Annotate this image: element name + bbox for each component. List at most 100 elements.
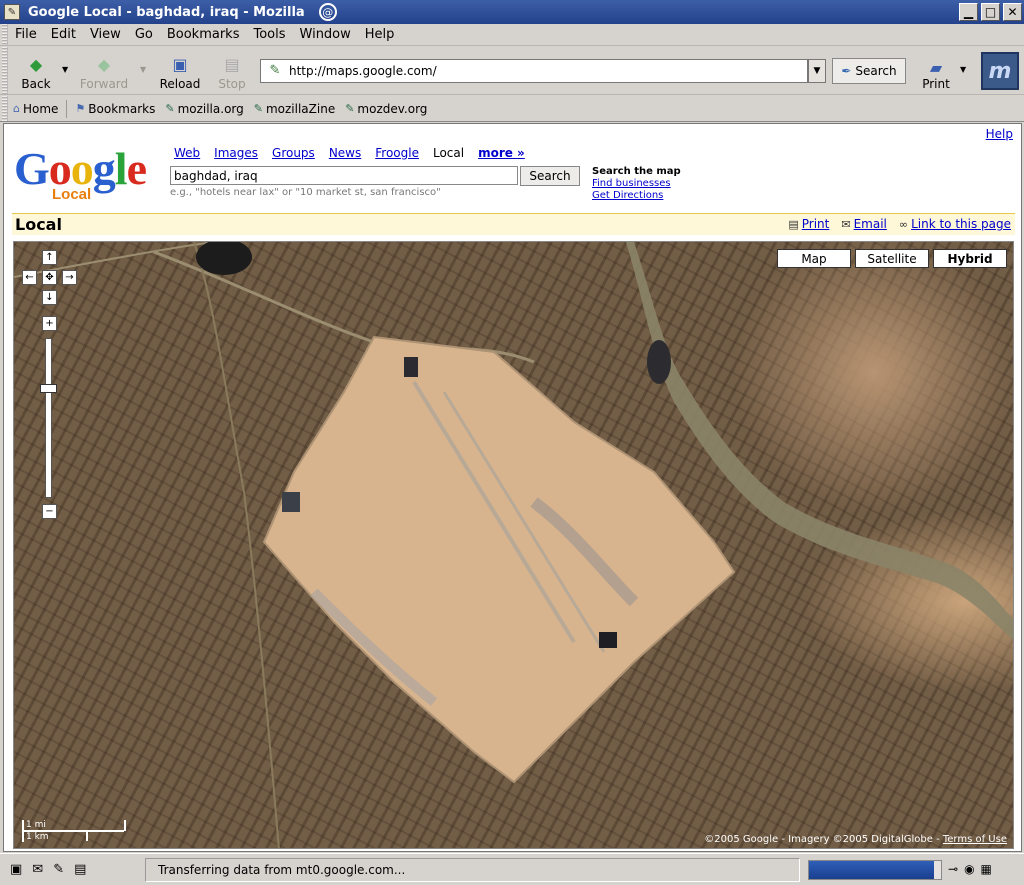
maximize-button[interactable]: □ [981, 3, 1000, 21]
tab-groups[interactable]: Groups [272, 146, 315, 160]
zoom-in-button[interactable]: + [42, 316, 57, 331]
print-link[interactable]: Print [802, 217, 830, 231]
zoom-out-button[interactable]: − [42, 504, 57, 519]
menu-bookmarks[interactable]: Bookmarks [160, 27, 247, 42]
section-title: Local [15, 215, 62, 234]
google-local-logo[interactable]: Google Local [14, 146, 159, 206]
url-input[interactable] [287, 63, 787, 79]
menu-go[interactable]: Go [128, 27, 160, 42]
bookmark-mozillazine[interactable]: ✎ mozillaZine [249, 102, 340, 116]
print-button[interactable]: ▰ Print [914, 51, 958, 91]
help-link[interactable]: Help [986, 127, 1013, 141]
menu-file[interactable]: File [8, 27, 44, 42]
menu-bar: File Edit View Go Bookmarks Tools Window… [0, 24, 1024, 46]
status-text: Transferring data from mt0.google.com... [145, 858, 800, 882]
navigator-icon[interactable]: ▣ [10, 862, 22, 877]
pan-down-button[interactable]: ↓ [42, 290, 57, 305]
search-input[interactable] [170, 166, 518, 185]
plus-icon: + [45, 317, 54, 329]
minimize-button[interactable]: ▁ [959, 3, 978, 21]
tab-froogle[interactable]: Froogle [375, 146, 419, 160]
reload-button[interactable]: ▣ Reload [158, 51, 202, 92]
search-icon: ✒ [841, 64, 852, 78]
satellite-imagery [14, 242, 1013, 848]
arrow-left-icon: ← [25, 271, 34, 283]
get-directions-link[interactable]: Get Directions [592, 190, 681, 202]
print-action[interactable]: ▤ Print [788, 217, 829, 231]
menu-edit[interactable]: Edit [44, 27, 83, 42]
email-link[interactable]: Email [854, 217, 887, 231]
link-action[interactable]: ∞ Link to this page [899, 217, 1011, 231]
pan-center-button[interactable]: ✥ [42, 270, 57, 285]
back-button[interactable]: ◆ Back [14, 51, 58, 92]
url-bar[interactable]: ✎ [260, 59, 808, 83]
tab-more[interactable]: more » [478, 146, 525, 160]
tab-local: Local [432, 146, 465, 160]
mail-icon[interactable]: ✉ [32, 862, 43, 877]
window-title: Google Local - baghdad, iraq - Mozilla [28, 4, 305, 20]
arrow-down-icon: ↓ [45, 291, 54, 303]
find-businesses-link[interactable]: Find businesses [592, 178, 681, 190]
airbase-area [262, 335, 736, 784]
home-icon: ⌂ [13, 102, 20, 115]
center-icon: ✥ [45, 271, 54, 283]
toolbar-grip[interactable] [2, 24, 8, 45]
close-button[interactable]: ✕ [1003, 3, 1022, 21]
scale-kilometers: 1 km [26, 832, 49, 842]
scale-tick [86, 830, 88, 841]
tab-images[interactable]: Images [214, 146, 258, 160]
search-submit-button[interactable]: Search [520, 166, 580, 186]
url-history-dropdown[interactable]: ▼ [808, 59, 826, 83]
mozilla-throbber-icon[interactable]: m [981, 52, 1019, 90]
forward-button[interactable]: ◆ Forward [80, 51, 128, 92]
forward-history-dropdown[interactable]: ▼ [140, 65, 146, 74]
bookmark-label: mozdev.org [357, 101, 428, 116]
arrow-up-icon: ↑ [45, 251, 54, 263]
pan-right-button[interactable]: → [62, 270, 77, 285]
satellite-map[interactable]: ↑ ← ✥ → ↓ + − Map Satellite Hybrid 1 mi … [13, 241, 1014, 849]
security-icon[interactable]: ◉ [964, 862, 974, 876]
menu-window[interactable]: Window [293, 27, 358, 42]
toolbar-grip[interactable] [2, 47, 8, 95]
pond [599, 632, 617, 648]
address-book-icon[interactable]: ▤ [74, 862, 86, 877]
menu-view[interactable]: View [83, 27, 128, 42]
spiral-icon: @ [318, 3, 337, 21]
bookmarks-button[interactable]: ⚑ Bookmarks [70, 102, 160, 116]
tab-web[interactable]: Web [174, 146, 200, 160]
scale-tick [124, 820, 126, 831]
map-type-hybrid-button[interactable]: Hybrid [933, 249, 1007, 268]
page-content: Help Google Local Web Images Groups News… [3, 123, 1022, 852]
toolbar-separator [66, 99, 68, 118]
online-status-icon[interactable]: ⊸ [948, 862, 958, 876]
map-type-map-button[interactable]: Map [777, 249, 851, 268]
search-button[interactable]: ✒ Search [832, 58, 906, 84]
bookmark-mozdev-org[interactable]: ✎ mozdev.org [340, 102, 432, 116]
zoom-slider-handle[interactable] [40, 384, 57, 393]
back-history-dropdown[interactable]: ▼ [62, 65, 68, 74]
tab-news[interactable]: News [329, 146, 361, 160]
menu-help[interactable]: Help [358, 27, 402, 42]
pan-up-button[interactable]: ↑ [42, 250, 57, 265]
composer-icon[interactable]: ✎ [53, 862, 64, 877]
toolbar-grip[interactable] [2, 96, 8, 121]
zoom-slider-track[interactable] [45, 338, 52, 498]
popup-icon[interactable]: ▦ [981, 862, 992, 876]
print-dropdown[interactable]: ▼ [960, 65, 966, 74]
home-button[interactable]: ⌂ Home [8, 102, 63, 116]
copyright-text: ©2005 Google - Imagery ©2005 DigitalGlob… [704, 834, 943, 845]
search-label: Search [855, 64, 897, 78]
pan-left-button[interactable]: ← [22, 270, 37, 285]
terms-of-use-link[interactable]: Terms of Use [943, 834, 1007, 845]
mozilla-app-icon[interactable]: ✎ [4, 4, 20, 20]
stop-button[interactable]: ▤ Stop [210, 51, 254, 92]
link-to-page-link[interactable]: Link to this page [911, 217, 1011, 231]
email-action[interactable]: ✉ Email [841, 217, 887, 231]
map-type-satellite-button[interactable]: Satellite [855, 249, 929, 268]
pond [404, 357, 418, 377]
page-proxy-icon[interactable]: ✎ [267, 63, 283, 79]
bookmark-icon: ✎ [345, 102, 355, 115]
bookmark-mozilla-org[interactable]: ✎ mozilla.org [160, 102, 248, 116]
bookmarks-label: Bookmarks [88, 101, 156, 116]
menu-tools[interactable]: Tools [246, 27, 292, 42]
